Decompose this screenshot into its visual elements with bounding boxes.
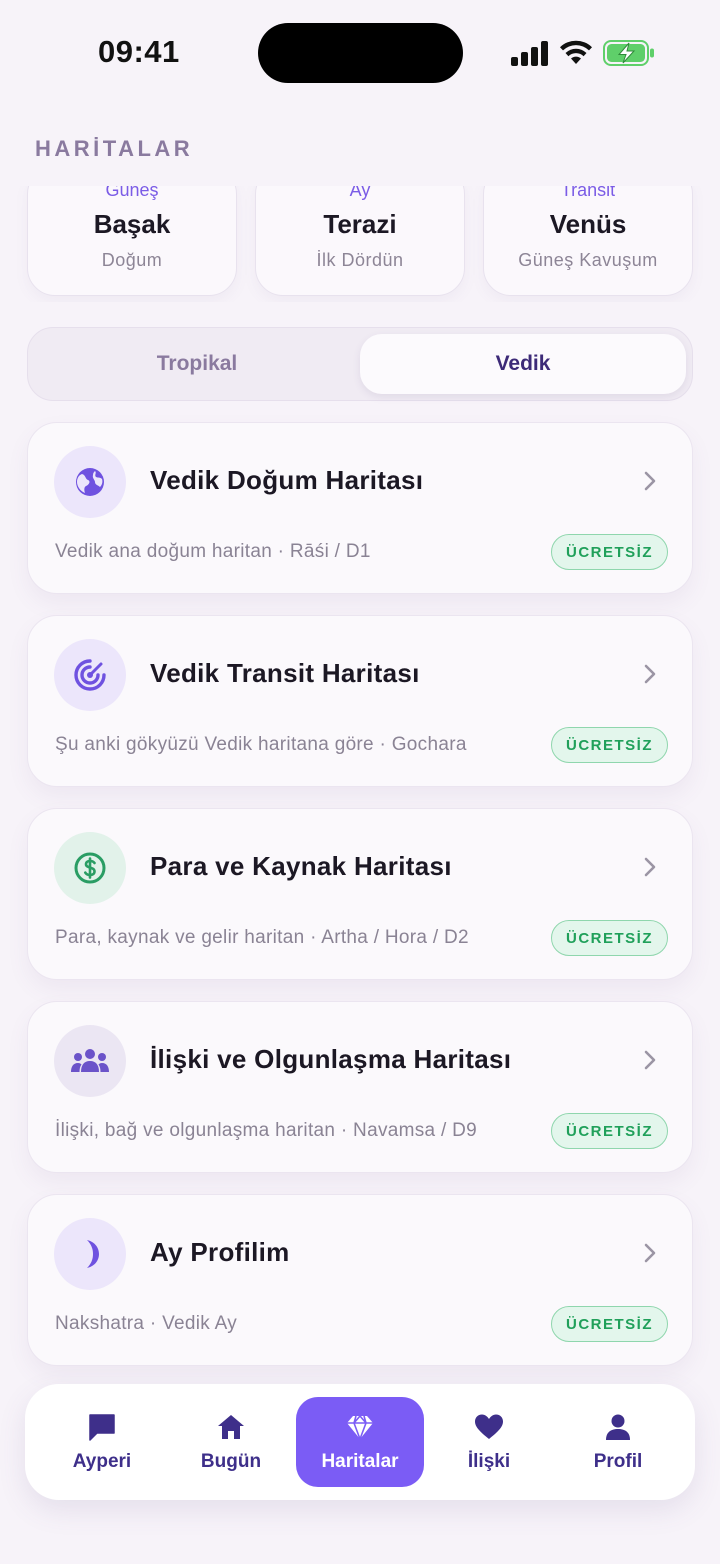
card-label: Ay [349,186,371,200]
nav-label: Profil [593,1451,643,1472]
people-icon [54,1025,126,1097]
free-badge: ÜCRETSİZ [551,727,668,763]
free-badge: ÜCRETSİZ [551,1306,668,1342]
card-value: Başak [93,209,171,239]
dollar-icon [54,832,126,904]
card-value: Terazi [323,209,397,239]
chevron-right-icon [644,857,656,877]
person-icon [606,1414,630,1440]
nav-ayperi[interactable]: Ayperi [38,1397,166,1487]
chevron-right-icon [644,1243,656,1263]
card-subtitle: Doğum [101,250,163,270]
chart-title: Vedik Transit Haritası [150,658,420,688]
chart-description: Nakshatra · Vedik Ay [55,1313,238,1334]
nav-label: Ayperi [72,1451,132,1472]
chart-card-vedic-birth[interactable]: Vedik Doğum Haritası Vedik ana doğum har… [27,422,693,594]
card-subtitle: Güneş Kavuşum [518,250,658,270]
globe-icon [54,446,126,518]
chart-card-money[interactable]: Para ve Kaynak Haritası Para, kaynak ve … [27,808,693,980]
moon-icon [54,1218,126,1290]
nav-label: Haritalar [321,1451,399,1472]
chart-card-vedic-transit[interactable]: Vedik Transit Haritası Şu anki gökyüzü V… [27,615,693,787]
nav-charts[interactable]: Haritalar [296,1397,424,1487]
chevron-right-icon [644,471,656,491]
battery-charging-icon [603,40,654,66]
free-badge: ÜCRETSİZ [551,534,668,570]
chart-description: Para, kaynak ve gelir haritan · Artha / … [55,927,469,948]
card-value: Venüs [549,209,627,239]
diamond-icon [347,1415,373,1440]
nav-label: Bugün [200,1451,262,1472]
nav-relationship[interactable]: İlişki [425,1397,553,1487]
chevron-right-icon [644,664,656,684]
sun-sign-card[interactable]: Güneş Başak Doğum [27,186,237,296]
moon-sign-card[interactable]: Ay Terazi İlk Dördün [255,186,465,296]
card-subtitle: İlk Dördün [316,250,404,270]
nav-today[interactable]: Bugün [167,1397,295,1487]
radar-icon [54,639,126,711]
chart-description: İlişki, bağ ve olgunlaşma haritan · Nava… [55,1120,478,1141]
home-icon [218,1415,244,1439]
section-title: HARİTALAR [35,136,194,161]
card-label: Transit [560,186,616,200]
summary-cards: Güneş Başak Doğum Ay Terazi İlk Dördün T… [0,186,720,302]
nav-profile[interactable]: Profil [554,1397,682,1487]
transit-card[interactable]: Transit Venüs Güneş Kavuşum [483,186,693,296]
chart-card-relationship[interactable]: İlişki ve Olgunlaşma Haritası İlişki, ba… [27,1001,693,1173]
bottom-nav: Ayperi Bugün Haritalar İlişki Profil [25,1384,695,1500]
wifi-icon [560,40,592,64]
chart-description: Şu anki gökyüzü Vedik haritana göre · Go… [55,734,467,755]
chart-description: Vedik ana doğum haritan · Rāśi / D1 [55,541,371,562]
chart-title: Ay Profilim [150,1237,290,1267]
chevron-right-icon [644,1050,656,1070]
card-label: Güneş [105,186,159,200]
zodiac-system-toggle: Tropikal Vedik [27,327,693,401]
chat-icon [89,1414,115,1441]
segment-vedic[interactable]: Vedik [360,334,686,394]
chart-title: İlişki ve Olgunlaşma Haritası [150,1044,512,1074]
chart-title: Vedik Doğum Haritası [150,465,424,495]
cellular-signal-icon [511,40,549,66]
segment-tropical[interactable]: Tropikal [34,334,360,394]
free-badge: ÜCRETSİZ [551,920,668,956]
status-bar: 09:41 [0,0,720,110]
status-time: 09:41 [98,34,180,69]
nav-label: İlişki [467,1451,511,1472]
dynamic-island [258,23,463,83]
chart-title: Para ve Kaynak Haritası [150,851,452,881]
heart-icon [475,1414,503,1439]
chart-card-moon-profile[interactable]: Ay Profilim Nakshatra · Vedik Ay ÜCRETSİ… [27,1194,693,1366]
free-badge: ÜCRETSİZ [551,1113,668,1149]
